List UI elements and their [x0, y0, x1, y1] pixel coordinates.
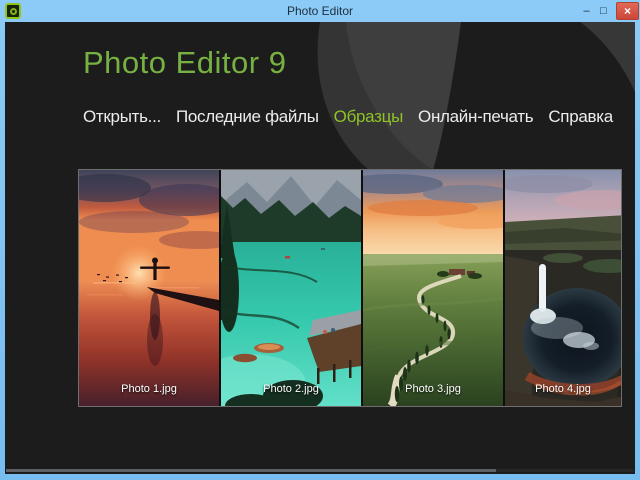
photo-label: Photo 1.jpg [121, 383, 177, 395]
photo-label: Photo 4.jpg [535, 383, 591, 395]
menu-item-samples[interactable]: Образцы [334, 107, 404, 127]
photo-thumbnail-2[interactable]: Photo 2.jpg [221, 170, 361, 406]
minimize-button[interactable]: – [578, 2, 595, 20]
maximize-button[interactable]: □ [595, 2, 612, 20]
photo-2-image [221, 170, 361, 406]
menu-item-open[interactable]: Открыть... [83, 107, 161, 127]
photo-thumbnail-4[interactable]: Photo 4.jpg [505, 170, 621, 406]
photo-3-image [363, 170, 503, 406]
photo-gallery: Photo 1.jpg Photo 2.jpg Photo 3.jpg Phot… [78, 169, 622, 407]
menu-item-help[interactable]: Справка [548, 107, 613, 127]
app-heading: Photo Editor 9 [83, 45, 287, 80]
window-title: Photo Editor [286, 4, 354, 18]
photo-thumbnail-3[interactable]: Photo 3.jpg [363, 170, 503, 406]
photo-4-image [505, 170, 621, 406]
window-controls: – □ × [578, 0, 639, 22]
titlebar[interactable]: Photo Editor – □ × [0, 0, 640, 22]
scrollbar-thumb[interactable] [6, 469, 496, 472]
photo-1-image [79, 170, 219, 406]
menu-item-recent-files[interactable]: Последние файлы [176, 107, 319, 127]
content-area: Photo Editor 9 Открыть... Последние файл… [5, 22, 635, 474]
photo-thumbnail-1[interactable]: Photo 1.jpg [79, 170, 219, 406]
photo-editor-window: Photo Editor – □ × Photo Editor 9 Открыт… [0, 0, 640, 480]
close-button[interactable]: × [616, 2, 639, 20]
main-menu: Открыть... Последние файлы Образцы Онлай… [83, 107, 613, 127]
photo-label: Photo 2.jpg [263, 383, 319, 395]
photo-label: Photo 3.jpg [405, 383, 461, 395]
horizontal-scrollbar[interactable] [6, 469, 634, 472]
menu-item-online-print[interactable]: Онлайн-печать [418, 107, 534, 127]
